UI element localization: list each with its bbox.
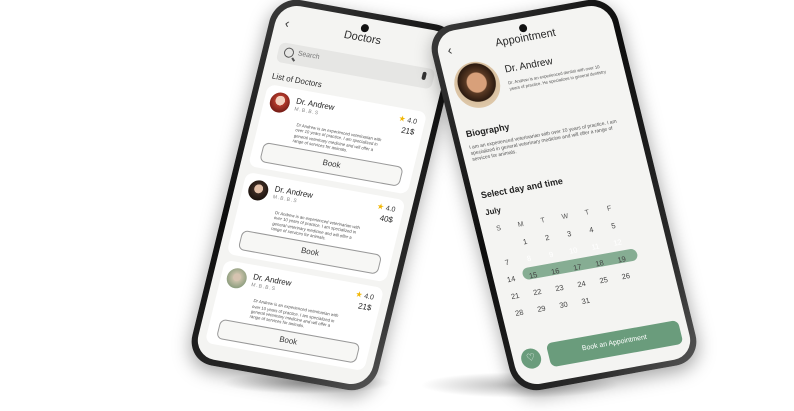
weekday-label: M <box>517 220 525 229</box>
calendar-day[interactable]: 8 <box>517 252 541 265</box>
microphone-icon[interactable] <box>421 71 428 81</box>
calendar-day[interactable]: 26 <box>614 270 638 283</box>
weekday-label: F <box>606 205 613 213</box>
doctors-screen: ‹ Doctors Search List of Doctors Dr. And… <box>193 2 455 388</box>
doctor-rating: ★ 4.0 <box>354 290 374 302</box>
heart-icon[interactable]: ♡ <box>519 346 544 371</box>
calendar-day[interactable]: 29 <box>529 302 553 315</box>
calendar-day[interactable]: 23 <box>547 282 571 295</box>
calendar-day[interactable] <box>597 295 619 299</box>
avatar <box>246 178 271 203</box>
doctor-rating: ★ 4.0 <box>398 114 418 126</box>
avatar <box>224 267 249 291</box>
appointment-footer: ♡ Book an Appointment <box>519 319 684 372</box>
weekday-label: T <box>540 217 546 225</box>
doctor-price: 21$ <box>357 301 373 313</box>
weekday-label: W <box>561 212 570 221</box>
calendar-day[interactable]: 9 <box>539 248 563 261</box>
page-title: Appointment <box>494 26 557 50</box>
calendar: S M T W T F 1 2 3 4 5 7 8 9 10 11 12 14 … <box>486 195 666 324</box>
select-day-heading: Select day and time <box>479 175 564 201</box>
calendar-day[interactable]: 4 <box>579 223 603 236</box>
calendar-day[interactable]: 5 <box>601 219 625 232</box>
calendar-day[interactable]: 22 <box>525 286 549 299</box>
calendar-day[interactable] <box>492 244 514 248</box>
biography-heading: Biography <box>464 121 511 140</box>
appointment-topbar: ‹ Appointment <box>433 3 616 68</box>
phone-doctors: ‹ Doctors Search List of Doctors Dr. And… <box>186 0 462 395</box>
calendar-day[interactable]: 1 <box>513 235 537 248</box>
calendar-day[interactable]: 21 <box>503 290 527 303</box>
calendar-day[interactable]: 14 <box>499 273 523 286</box>
calendar-day[interactable]: 12 <box>605 236 629 249</box>
calendar-day[interactable]: 11 <box>583 240 607 253</box>
calendar-day[interactable]: 15 <box>521 269 545 282</box>
calendar-day[interactable]: 7 <box>495 256 519 269</box>
calendar-day[interactable]: 3 <box>557 227 581 240</box>
phone-appointment: ‹ Appointment Dr. Andrew Dr. Andrew is a… <box>426 0 702 395</box>
calendar-day[interactable]: 24 <box>569 278 593 291</box>
calendar-day[interactable]: 19 <box>610 253 634 266</box>
doctor-rating: ★ 4.0 <box>376 202 396 214</box>
calendar-day[interactable]: 31 <box>574 294 598 307</box>
search-placeholder: Search <box>296 50 321 62</box>
star-icon: ★ <box>376 201 386 212</box>
doctor-price: 40$ <box>378 213 394 225</box>
calendar-day[interactable]: 16 <box>543 265 567 278</box>
rating-value: 4.0 <box>384 205 396 214</box>
doctor-avatar <box>449 58 506 112</box>
rating-value: 4.0 <box>406 117 418 126</box>
star-icon: ★ <box>397 113 407 124</box>
calendar-day[interactable]: 2 <box>535 231 559 244</box>
weekday-label: T <box>584 209 591 217</box>
search-icon <box>282 46 296 59</box>
star-icon: ★ <box>354 289 364 301</box>
rating-value: 4.0 <box>363 293 375 303</box>
calendar-day[interactable]: 28 <box>507 306 531 319</box>
calendar-day[interactable]: 18 <box>587 257 611 270</box>
appointment-screen: ‹ Appointment Dr. Andrew Dr. Andrew is a… <box>433 2 695 388</box>
calendar-day[interactable] <box>619 291 641 295</box>
weekday-label: S <box>495 225 502 233</box>
calendar-month: July <box>484 205 502 218</box>
calendar-day[interactable]: 10 <box>561 244 585 257</box>
doctor-price: 21$ <box>400 125 416 137</box>
calendar-day[interactable]: 25 <box>592 274 616 287</box>
calendar-day[interactable]: 30 <box>551 298 575 311</box>
avatar <box>267 90 292 115</box>
calendar-day[interactable]: 17 <box>565 261 589 274</box>
book-appointment-button[interactable]: Book an Appointment <box>545 319 684 368</box>
